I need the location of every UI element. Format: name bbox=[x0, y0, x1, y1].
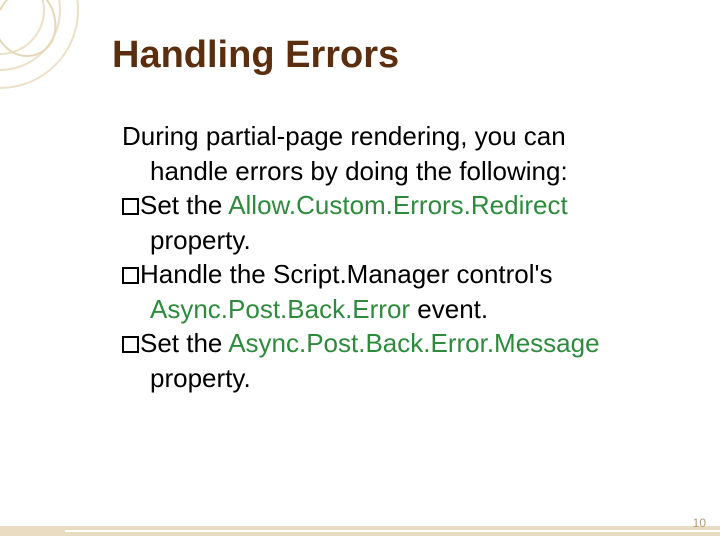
checkbox-icon bbox=[122, 336, 139, 353]
checkbox-icon bbox=[122, 198, 139, 215]
bullet-1-line-1: Set the Allow.Custom.Errors.Redirect bbox=[122, 189, 680, 222]
bullet-1-line-2: property. bbox=[122, 224, 680, 257]
link-async-postback-error[interactable]: Async.Post.Back.Error bbox=[150, 294, 410, 324]
intro-line-1: During partial-page rendering, you can bbox=[122, 120, 680, 153]
page-number: 10 bbox=[693, 516, 706, 530]
link-async-postback-error-message[interactable]: Async.Post.Back.Error.Message bbox=[228, 328, 599, 358]
bullet-2-line-2: Async.Post.Back.Error event. bbox=[122, 293, 680, 326]
footer-stripe bbox=[0, 526, 720, 536]
slide-title: Handling Errors bbox=[112, 34, 399, 77]
slide-body: During partial-page rendering, you can h… bbox=[122, 120, 680, 396]
bullet-3-line-2: property. bbox=[122, 362, 680, 395]
link-allow-custom-errors-redirect[interactable]: Allow.Custom.Errors.Redirect bbox=[228, 190, 568, 220]
decorative-corner-graphic bbox=[0, 0, 100, 120]
bullet-2-line-1: Handle the Script.Manager control's bbox=[122, 258, 680, 291]
bullet-3-line-1: Set the Async.Post.Back.Error.Message bbox=[122, 327, 680, 360]
checkbox-icon bbox=[122, 267, 139, 284]
intro-line-2: handle errors by doing the following: bbox=[122, 155, 680, 188]
